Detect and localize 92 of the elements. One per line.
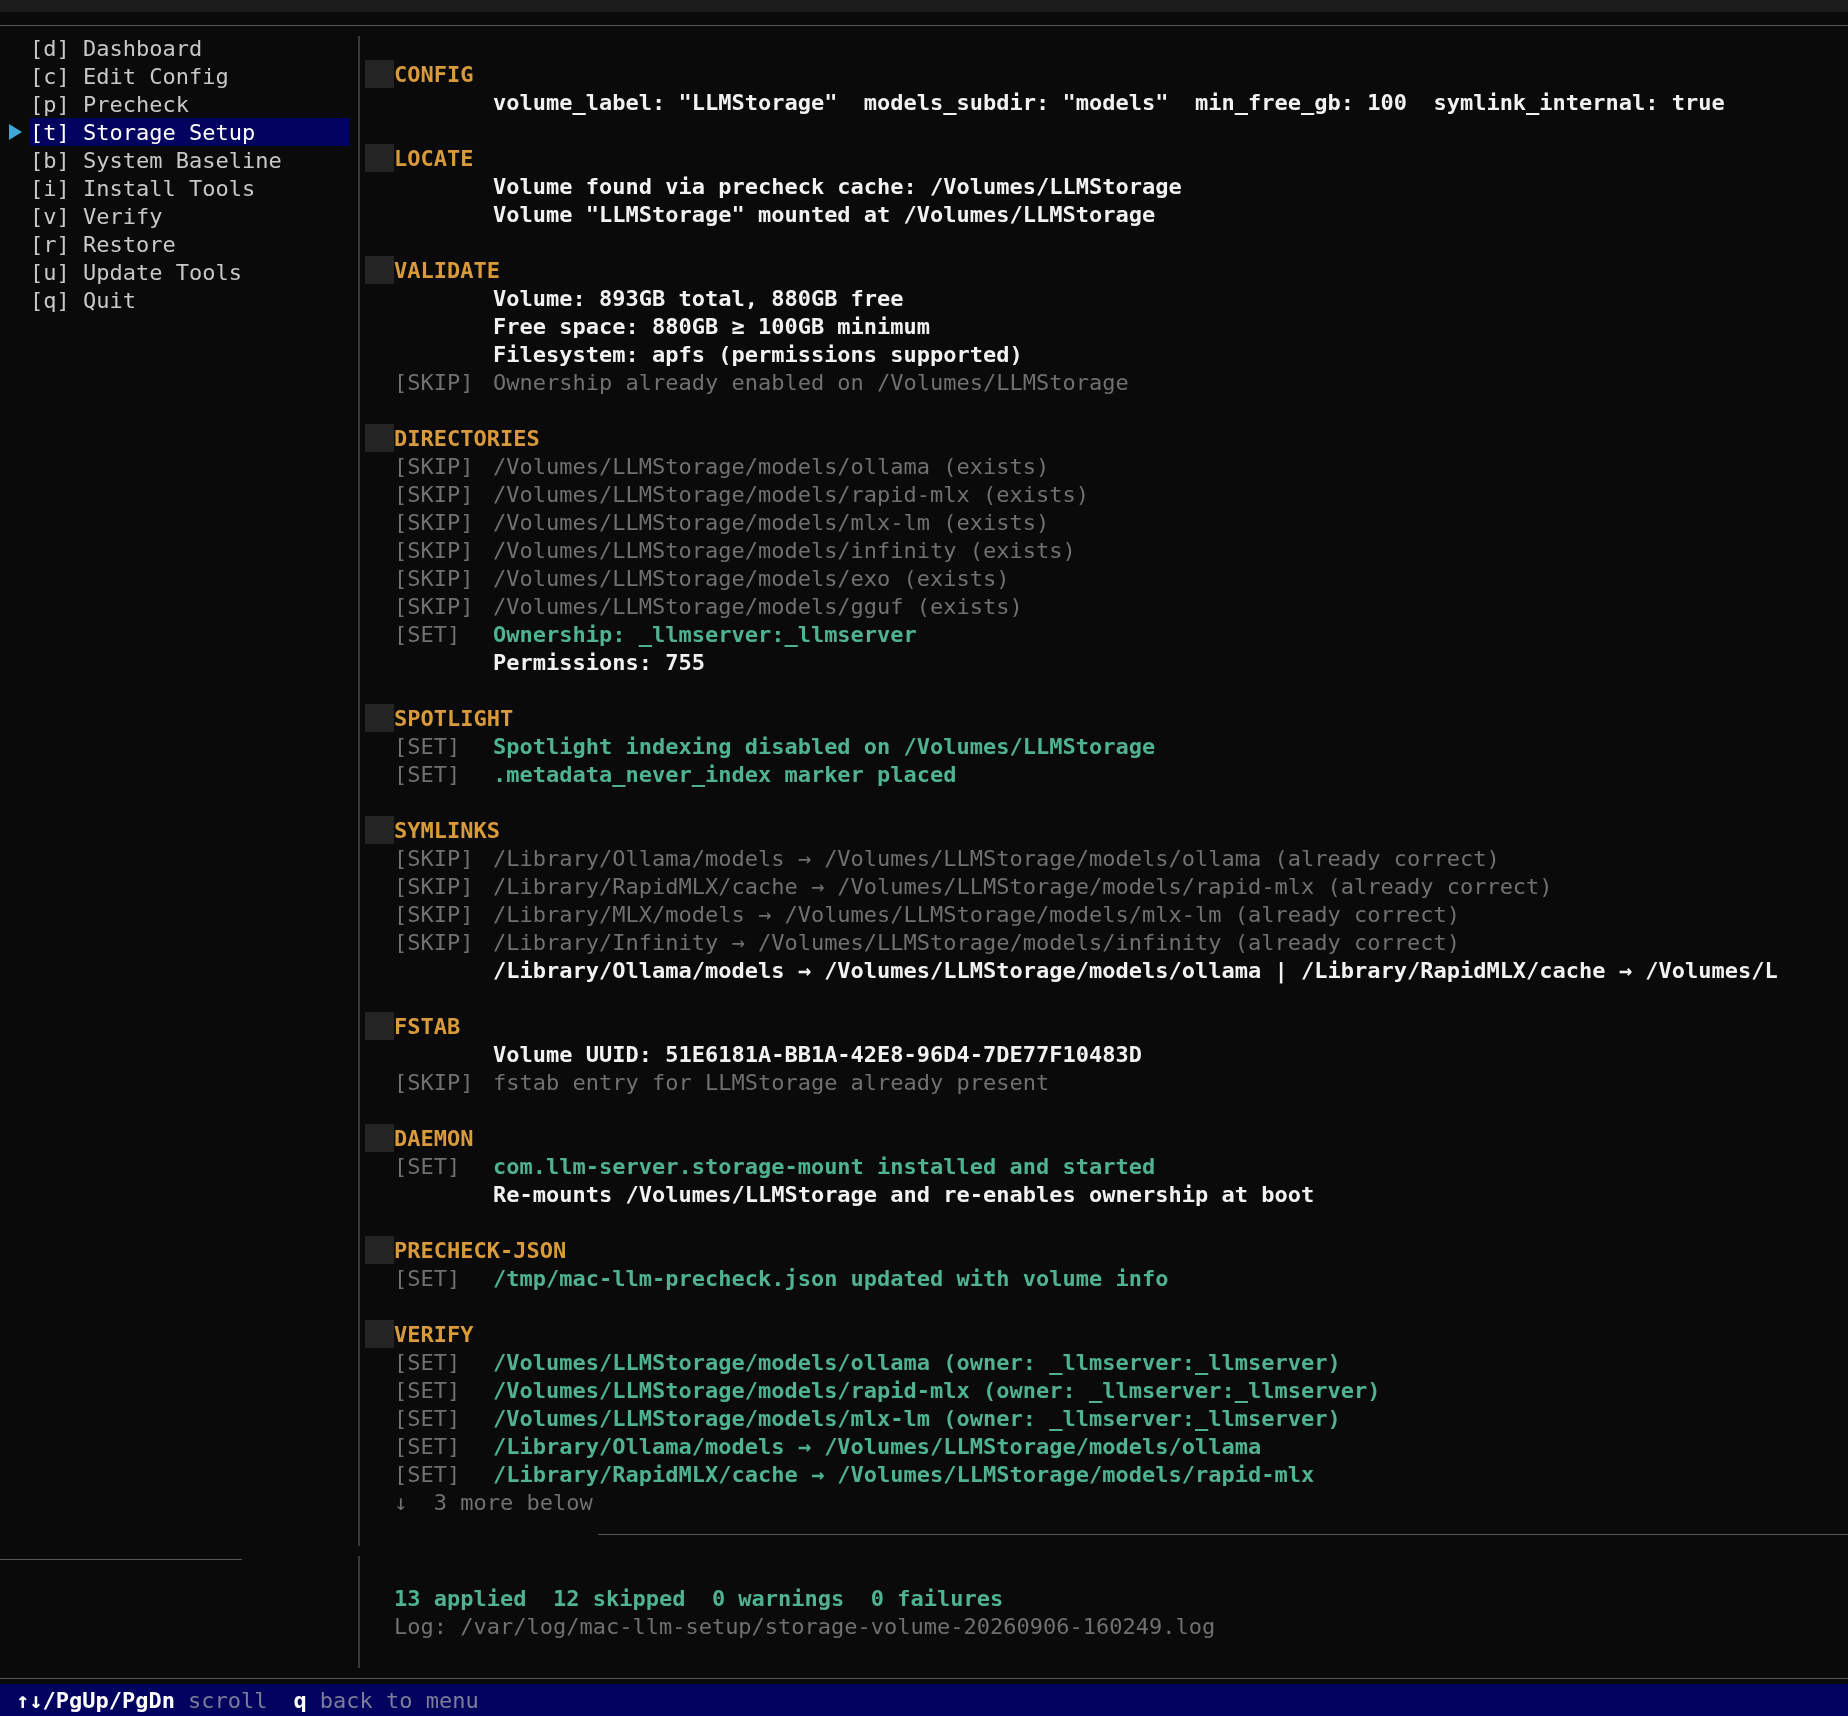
status-tag: [SET] xyxy=(394,1349,461,1375)
log-line: /Volumes/LLMStorage/models/ollama (exists) xyxy=(493,452,1050,481)
status-tag: [SET] xyxy=(394,761,461,787)
shortcut-label: scroll xyxy=(187,1686,268,1715)
log-line: /Library/RapidMLX/cache → /Volumes/LLMStorage/models/rapid-mlx xyxy=(493,1460,1315,1489)
section-title: LOCATE xyxy=(394,144,474,173)
log-line: /Volumes/LLMStorage/models/exo (exists) xyxy=(493,564,1010,593)
status-tag: [SKIP] xyxy=(394,593,474,619)
menu-item[interactable]: [v] Verify xyxy=(30,202,350,230)
log-line: Re-mounts /Volumes/LLMStorage and re-enables ownership at boot xyxy=(493,1180,1315,1209)
section-title: FSTAB xyxy=(394,1012,461,1041)
status-tag: [SET] xyxy=(394,1405,461,1431)
status-tag: [SET] xyxy=(394,733,461,759)
section-title: DIRECTORIES xyxy=(394,424,540,453)
log-line: Volume "LLMStorage" mounted at /Volumes/LLMStorage xyxy=(493,200,1156,229)
log-line: .metadata_never_index marker placed xyxy=(493,760,957,789)
log-line: /Volumes/LLMStorage/models/gguf (exists) xyxy=(493,592,1023,621)
section-title: VERIFY xyxy=(394,1320,474,1349)
log-line: /Volumes/LLMStorage/models/infinity (exists) xyxy=(493,536,1076,565)
section-marker xyxy=(365,60,394,88)
section-marker xyxy=(365,1124,394,1152)
status-tag: [SKIP] xyxy=(394,537,474,563)
section-title: CONFIG xyxy=(394,60,474,89)
menu-item[interactable]: [b] System Baseline xyxy=(30,146,350,174)
status-tag: [SKIP] xyxy=(394,1069,474,1095)
menu-item[interactable]: [p] Precheck xyxy=(30,90,350,118)
log-line: Ownership: _llmserver:_llmserver xyxy=(493,620,917,649)
section-marker xyxy=(365,1320,394,1348)
status-tag: [SKIP] xyxy=(394,873,474,899)
section-marker xyxy=(365,1012,394,1040)
log-line: Volume UUID: 51E6181A-BB1A-42E8-96D4-7DE77F10483D xyxy=(493,1040,1142,1069)
log-line: fstab entry for LLMStorage already present xyxy=(493,1068,1050,1097)
log-line: /Volumes/LLMStorage/models/mlx-lm (exists) xyxy=(493,508,1050,537)
log-line: /Volumes/LLMStorage/models/rapid-mlx (exists) xyxy=(493,480,1090,509)
log-line: Free space: 880GB ≥ 100GB minimum xyxy=(493,312,931,341)
menu-item[interactable]: [d] Dashboard xyxy=(30,34,350,62)
shortcut-key: ↑↓/PgUp/PgDn xyxy=(16,1683,175,1716)
log-line: com.llm-server.storage-mount installed and started xyxy=(493,1152,1156,1181)
status-tag: [SET] xyxy=(394,1433,461,1459)
section-title: DAEMON xyxy=(394,1124,474,1153)
section-marker xyxy=(365,1236,394,1264)
log-line: Permissions: 755 xyxy=(493,648,705,677)
section-title: VALIDATE xyxy=(394,256,500,285)
status-tag: [SET] xyxy=(394,1153,461,1179)
section-marker xyxy=(365,256,394,284)
summary-counts: 13 applied 12 skipped 0 warnings 0 failures xyxy=(394,1584,1004,1613)
log-line: /Volumes/LLMStorage/models/rapid-mlx (owner: _llmserver:_llmserver) xyxy=(493,1376,1381,1405)
log-line: Spotlight indexing disabled on /Volumes/LLMStorage xyxy=(493,732,1156,761)
menu-item[interactable]: [t] Storage Setup xyxy=(30,118,350,146)
log-line: volume_label: "LLMStorage" models_subdir: "models" min_free_gb: 100 symlink_internal: true xyxy=(493,88,1725,117)
section-title: SPOTLIGHT xyxy=(394,704,514,733)
status-tag: [SET] xyxy=(394,1377,461,1403)
menu-item[interactable]: [r] Restore xyxy=(30,230,350,258)
status-tag: [SKIP] xyxy=(394,509,474,535)
status-tag: [SKIP] xyxy=(394,565,474,591)
section-marker xyxy=(365,704,394,732)
log-line: Filesystem: apfs (permissions supported) xyxy=(493,340,1023,369)
log-line: Ownership already enabled on /Volumes/LLMStorage xyxy=(493,368,1129,397)
log-line: /Library/MLX/models → /Volumes/LLMStorage/models/mlx-lm (already correct) xyxy=(493,900,1460,929)
section-marker xyxy=(365,424,394,452)
shortcut-key: q xyxy=(293,1683,307,1716)
status-tag: [SET] xyxy=(394,621,461,647)
log-line: /Library/Ollama/models → /Volumes/LLMStorage/models/ollama (already correct) xyxy=(493,844,1500,873)
section-marker xyxy=(365,816,394,844)
status-tag: [SKIP] xyxy=(394,369,474,395)
status-tag: [SET] xyxy=(394,1265,461,1291)
log-line: /tmp/mac-llm-precheck.json updated with volume info xyxy=(493,1264,1169,1293)
log-line: /Library/Ollama/models → /Volumes/LLMStorage/models/ollama | /Library/RapidMLX/cache → /Volumes/L xyxy=(493,956,1778,986)
menu-item[interactable]: [q] Quit xyxy=(30,286,350,314)
status-tag: [SKIP] xyxy=(394,481,474,507)
menu-item[interactable]: [i] Install Tools xyxy=(30,174,350,202)
log-line: /Library/Infinity → /Volumes/LLMStorage/models/infinity (already correct) xyxy=(493,928,1460,957)
status-tag: [SKIP] xyxy=(394,845,474,871)
section-title: SYMLINKS xyxy=(394,816,500,845)
shortcut-label: back to menu xyxy=(319,1686,479,1715)
log-path: Log: /var/log/mac-llm-setup/storage-volume-20260906-160249.log xyxy=(394,1612,1216,1641)
log-line: Volume found via precheck cache: /Volumes/LLMStorage xyxy=(493,172,1182,201)
status-tag: [SKIP] xyxy=(394,929,474,955)
log-line: /Library/RapidMLX/cache → /Volumes/LLMStorage/models/rapid-mlx (already correct) xyxy=(493,872,1553,901)
log-line: /Library/Ollama/models → /Volumes/LLMStorage/models/ollama xyxy=(493,1432,1262,1461)
more-below-hint: ↓ 3 more below xyxy=(394,1488,593,1517)
status-tag: [SKIP] xyxy=(394,901,474,927)
log-line: /Volumes/LLMStorage/models/ollama (owner: _llmserver:_llmserver) xyxy=(493,1348,1341,1377)
section-marker xyxy=(365,144,394,172)
selection-arrow-icon xyxy=(8,124,22,140)
log-line: /Volumes/LLMStorage/models/mlx-lm (owner: _llmserver:_llmserver) xyxy=(493,1404,1341,1433)
section-title: PRECHECK-JSON xyxy=(394,1236,567,1265)
status-tag: [SKIP] xyxy=(394,453,474,479)
status-tag: [SET] xyxy=(394,1461,461,1487)
log-line: Volume: 893GB total, 880GB free xyxy=(493,284,904,313)
menu-item[interactable]: [c] Edit Config xyxy=(30,62,350,90)
menu-item[interactable]: [u] Update Tools xyxy=(30,258,350,286)
